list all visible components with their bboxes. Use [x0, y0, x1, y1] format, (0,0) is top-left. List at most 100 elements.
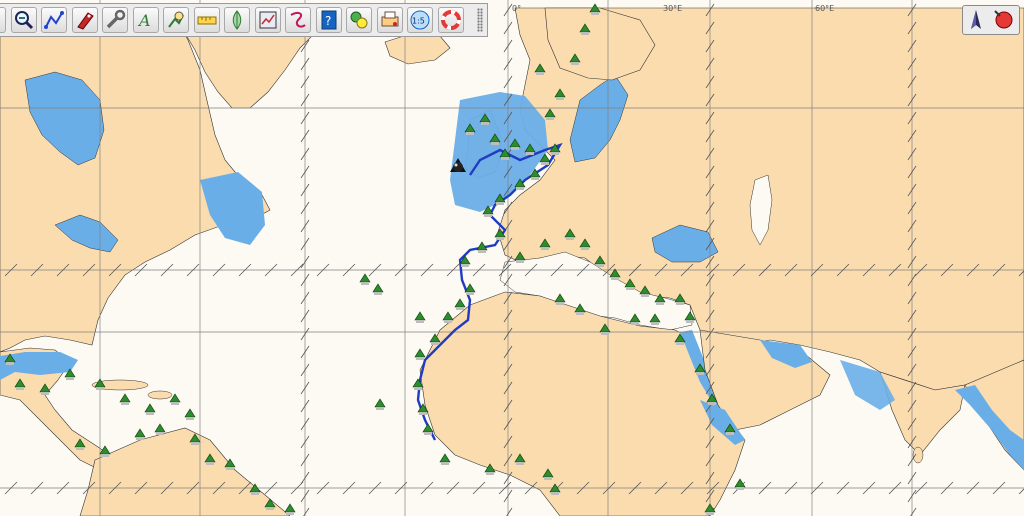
layers-button[interactable]: [346, 7, 372, 33]
port-marker-base: [596, 264, 604, 267]
print-button[interactable]: [376, 7, 403, 33]
compass-widget[interactable]: [962, 5, 1020, 35]
port-marker-base: [496, 202, 504, 205]
svg-text:?: ?: [325, 14, 331, 28]
svg-text:1:5: 1:5: [412, 17, 425, 26]
port-marker-base: [466, 292, 474, 295]
port-marker-base: [491, 142, 499, 145]
port-marker-base: [581, 32, 589, 35]
port-marker-base: [121, 402, 129, 405]
log-icon: [259, 11, 276, 29]
port-marker-base: [726, 432, 734, 435]
port-marker-base: [566, 237, 574, 240]
port-marker-base: [456, 307, 464, 310]
track-button[interactable]: [285, 7, 311, 33]
port-marker-base: [16, 387, 24, 390]
chart-map[interactable]: [0, 0, 1024, 516]
port-marker-base: [541, 162, 549, 165]
mob-button[interactable]: [437, 7, 464, 33]
port-marker-base: [441, 462, 449, 465]
port-marker-base: [601, 332, 609, 335]
route-icon: [44, 11, 64, 29]
port-marker-base: [146, 412, 154, 415]
port-marker-base: [424, 432, 432, 435]
port-marker-base: [478, 250, 486, 253]
port-marker-base: [486, 472, 494, 475]
port-marker-base: [626, 287, 634, 290]
port-marker-base: [461, 264, 469, 267]
port-marker-base: [544, 477, 552, 480]
route-button[interactable]: [41, 7, 67, 33]
lifebuoy-icon: [440, 10, 461, 30]
zoom-in-button[interactable]: [10, 7, 37, 33]
layers-icon: [350, 11, 368, 29]
port-marker-base: [641, 294, 649, 297]
port-marker-base: [206, 462, 214, 465]
main-toolbar: A ? 1:5: [0, 3, 488, 37]
port-marker-base: [41, 392, 49, 395]
scale-button[interactable]: 1:5: [407, 7, 433, 33]
port-marker-base: [581, 247, 589, 250]
port-marker-base: [66, 377, 74, 380]
status-red-dot-icon[interactable]: [992, 8, 1016, 32]
port-marker-base: [481, 122, 489, 125]
port-marker-base: [416, 357, 424, 360]
port-marker-base: [431, 342, 439, 345]
lon-label-60e: 60°E: [815, 4, 835, 13]
port-marker-base: [656, 302, 664, 305]
port-marker-base: [186, 417, 194, 420]
port-marker-base: [416, 320, 424, 323]
port-marker-base: [6, 362, 14, 365]
port-marker-base: [556, 97, 564, 100]
tides-button[interactable]: [224, 7, 250, 33]
lon-label-0: 0°: [512, 4, 522, 13]
port-marker-base: [286, 512, 294, 515]
port-marker-base: [556, 302, 564, 305]
port-marker-base: [686, 320, 694, 323]
port-marker-base: [156, 432, 164, 435]
port-marker-base: [551, 492, 559, 495]
port-marker-base: [516, 187, 524, 190]
lon-label-30e: 30°E: [663, 4, 683, 13]
port-marker-base: [76, 447, 84, 450]
port-marker-base: [541, 247, 549, 250]
port-marker-base: [576, 312, 584, 315]
port-marker-base: [546, 117, 554, 120]
port-marker-base: [696, 372, 704, 375]
zoom-out-button[interactable]: [0, 7, 6, 33]
toolbar-grip[interactable]: [477, 8, 483, 32]
port-marker-base: [414, 387, 422, 390]
boat-icon: [76, 12, 94, 30]
port-marker-base: [536, 72, 544, 75]
settings-button[interactable]: [102, 7, 128, 33]
wrench-icon: [106, 9, 126, 29]
port-marker-base: [376, 407, 384, 410]
port-marker-base: [419, 412, 427, 415]
port-marker-base: [651, 322, 659, 325]
mark-button[interactable]: [163, 7, 189, 33]
north-arrow-icon[interactable]: [967, 9, 985, 31]
port-marker-base: [511, 147, 519, 150]
port-marker-base: [361, 282, 369, 285]
port-marker-base: [708, 402, 716, 405]
port-marker-base: [526, 152, 534, 155]
help-button[interactable]: ?: [315, 7, 342, 33]
port-marker-base: [631, 322, 639, 325]
magnifier-icon: [14, 11, 33, 30]
log-button[interactable]: [254, 7, 281, 33]
print-icon: [381, 11, 398, 27]
measure-button[interactable]: [193, 7, 220, 33]
port-marker-base: [374, 292, 382, 295]
port-marker-base: [676, 302, 684, 305]
port-marker-base: [676, 342, 684, 345]
tides-icon: [232, 10, 242, 30]
port-marker-base: [516, 462, 524, 465]
text-mark-button[interactable]: A: [132, 7, 159, 33]
port-marker-base: [484, 214, 492, 217]
scale-icon: 1:5: [410, 10, 430, 30]
port-marker-base: [191, 442, 199, 445]
track-icon: [290, 11, 306, 28]
boat-button[interactable]: [71, 7, 98, 33]
port-marker-base: [571, 62, 579, 65]
port-marker-base: [251, 492, 259, 495]
